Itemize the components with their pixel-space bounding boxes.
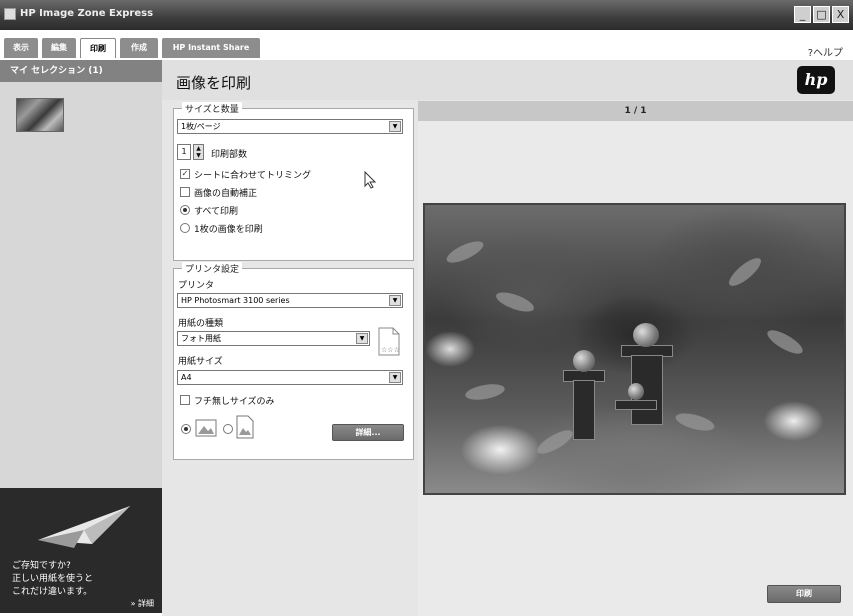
title-bar: HP Image Zone Express _ □ X [0, 0, 853, 30]
minimize-button[interactable]: _ [794, 6, 811, 23]
app-icon [4, 8, 16, 20]
borderless-label: フチ無しサイズのみ [194, 397, 275, 407]
preview-area: 1 / 1 印刷 [418, 101, 853, 616]
tip-text-2: これだけ違います。 [12, 587, 93, 597]
main-area: 画像を印刷 hp サイズと数量 1枚/ページ ▼ 1 ▲ ▼ 印刷部数 ✓ シート… [162, 60, 853, 616]
print-all-radio[interactable] [180, 205, 190, 215]
close-button[interactable]: X [832, 6, 849, 23]
tab-view[interactable]: 表示 [4, 38, 38, 58]
svg-text:☆☆☆: ☆☆☆ [381, 346, 400, 354]
help-link[interactable]: ?ヘルプ [808, 44, 843, 59]
tip-title: ご存知ですか? [12, 561, 71, 571]
print-preview-image [423, 203, 846, 495]
paper-type-icon: ☆☆☆ [378, 327, 400, 356]
print-button[interactable]: 印刷 [767, 585, 841, 603]
tip-box: ご存知ですか? 正しい用紙を使うと これだけ違います。 » 詳細 [0, 488, 162, 613]
print-one-label: 1枚の画像を印刷 [194, 225, 263, 235]
mouse-cursor-icon [364, 171, 376, 189]
fit-to-sheet-checkbox[interactable]: ✓ [180, 169, 190, 179]
copies-label: 印刷部数 [211, 150, 248, 160]
layout-select[interactable]: 1枚/ページ ▼ [177, 119, 403, 134]
printer-settings-title: プリンタ設定 [182, 262, 243, 275]
fit-to-sheet-label: シートに合わせてトリミング [194, 171, 312, 181]
page-indicator: 1 / 1 [418, 101, 853, 121]
portrait-radio[interactable] [223, 424, 233, 434]
tab-instant-share[interactable]: HP Instant Share [162, 38, 260, 58]
print-all-label: すべて印刷 [194, 207, 239, 217]
paper-size-select[interactable]: A4 ▼ [177, 370, 403, 385]
printer-settings-group: プリンタ設定 プリンタ HP Photosmart 3100 series ▼ … [173, 262, 414, 460]
chevron-down-icon: ▼ [389, 295, 401, 306]
page-header: 画像を印刷 hp [162, 60, 853, 100]
landscape-radio[interactable] [181, 424, 191, 434]
tab-edit[interactable]: 編集 [42, 38, 76, 58]
size-quantity-group: サイズと数量 1枚/ページ ▼ 1 ▲ ▼ 印刷部数 ✓ シートに合わせてトリミン… [173, 102, 414, 261]
tab-print[interactable]: 印刷 [80, 38, 116, 58]
portrait-orientation-icon [236, 415, 254, 439]
page-title: 画像を印刷 [176, 74, 252, 92]
tab-bar: 表示 編集 印刷 作成 HP Instant Share ?ヘルプ [0, 30, 853, 60]
details-button[interactable]: 詳細... [332, 424, 404, 441]
size-quantity-title: サイズと数量 [182, 102, 242, 115]
auto-fix-label: 画像の自動補正 [194, 189, 258, 199]
print-one-radio[interactable] [180, 223, 190, 233]
selection-panel: マイ セレクション (1) ご存知ですか? 正しい用紙を使うと これだけ違います… [0, 60, 162, 613]
window-title: HP Image Zone Express [20, 8, 154, 19]
tab-create[interactable]: 作成 [120, 38, 158, 58]
tip-details-link[interactable]: » 詳細 [131, 598, 154, 609]
photo-thumbnail[interactable] [16, 98, 64, 132]
landscape-orientation-icon [195, 419, 217, 437]
maximize-button[interactable]: □ [813, 6, 830, 23]
tip-text-1: 正しい用紙を使うと [12, 574, 94, 584]
auto-fix-checkbox[interactable] [180, 187, 190, 197]
paper-type-label: 用紙の種類 [178, 319, 224, 329]
copies-value[interactable]: 1 [177, 144, 191, 160]
chevron-down-icon: ▼ [389, 372, 401, 383]
borderless-checkbox[interactable] [180, 395, 190, 405]
copies-stepper[interactable]: ▲ ▼ [193, 144, 204, 160]
paper-size-label: 用紙サイズ [178, 357, 223, 367]
selection-header: マイ セレクション (1) [0, 60, 162, 82]
chevron-down-icon: ▼ [356, 333, 368, 344]
printer-select[interactable]: HP Photosmart 3100 series ▼ [177, 293, 403, 308]
printer-label: プリンタ [178, 281, 215, 291]
paper-type-select[interactable]: フォト用紙 ▼ [177, 331, 370, 346]
hp-logo: hp [797, 66, 835, 94]
paper-plane-icon [38, 506, 130, 548]
chevron-down-icon: ▼ [389, 121, 401, 132]
